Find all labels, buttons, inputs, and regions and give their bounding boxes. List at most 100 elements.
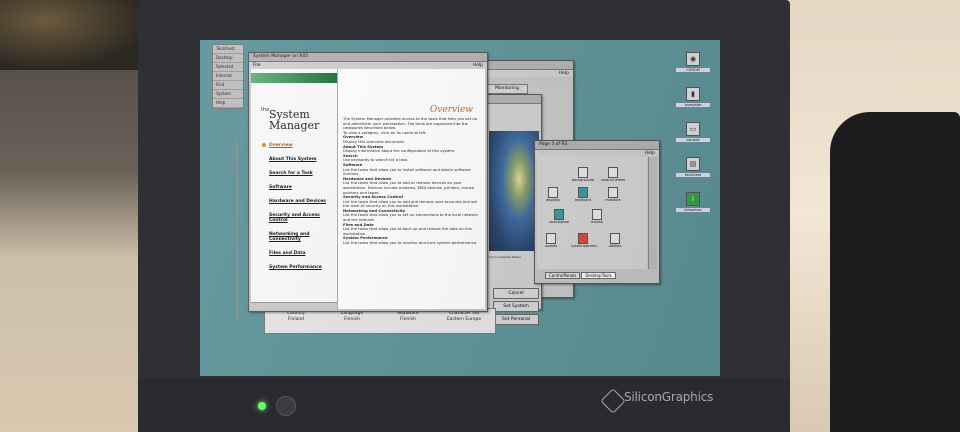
intro-text: The System Manager provides access to th…	[343, 116, 478, 131]
catalog-icon-label: monitors	[605, 198, 621, 202]
tab-desktoptools[interactable]: DesktopTools	[581, 272, 616, 279]
icon-catalog-window: Page 3 of RS Help backgrounds colorschem…	[534, 140, 660, 284]
menu-help[interactable]: Help	[473, 62, 483, 69]
catalog-icon-label: mouse	[591, 220, 603, 224]
mouse-icon	[592, 209, 602, 220]
nav-item-performance[interactable]: System Performance	[269, 265, 333, 270]
keyboard-icon	[578, 187, 588, 198]
catalog-icon[interactable]: keyboard	[571, 187, 595, 207]
nav-list: Overview About This System Search for a …	[269, 143, 333, 279]
plant-background	[0, 0, 150, 70]
catalog-icon[interactable]: displays	[541, 187, 565, 207]
catalog-icon-label: backgrounds	[571, 178, 595, 182]
earth-image	[489, 131, 539, 251]
system-manager-logo: System Manager	[269, 109, 319, 131]
desktop-icon-infoserver[interactable]: i Infoserver	[676, 192, 710, 219]
section-text: List the tasks that allow you to monitor…	[343, 240, 478, 246]
tab-monitoring[interactable]: Monitoring	[486, 84, 528, 94]
desktop-icons: ◉ CDROM ▮ dumpster ▭ console ▤ toolchest i In…	[676, 52, 710, 227]
catalog-icon[interactable]: mouse	[585, 209, 609, 229]
console-icon: ▭	[686, 122, 700, 136]
monitor-bezel-bottom	[138, 378, 790, 432]
nav-item-networking[interactable]: Networking and Connectivity	[269, 232, 333, 242]
catalog-icon-label: sounds	[544, 244, 558, 248]
nav-item-files[interactable]: Files and Data	[269, 251, 333, 256]
column-value[interactable]: Finnish	[327, 317, 377, 323]
section-text: Display information about the configurat…	[343, 148, 456, 154]
toolchest-item[interactable]: Selected	[213, 63, 243, 72]
active-bullet-icon	[262, 143, 266, 147]
toolchest-item[interactable]: Desktop	[213, 54, 243, 63]
catalog-icon-label: soundpanel	[548, 220, 570, 224]
backgrounds-icon	[578, 167, 588, 178]
utilities-icon	[610, 233, 620, 244]
toolchest-menu: Toolchest Desktop Selected Internet Find…	[212, 44, 244, 109]
nav-item-overview[interactable]: Overview	[269, 143, 333, 148]
info-icon: i	[686, 192, 700, 206]
window-menubar: File Help	[249, 62, 487, 69]
catalog-icon[interactable]: sounds	[539, 233, 563, 253]
language-column: Country Finland	[271, 311, 321, 323]
desktop-divider	[236, 140, 238, 320]
sounds-icon	[546, 233, 556, 244]
nav-item-hardware[interactable]: Hardware and Devices	[269, 199, 333, 204]
desktop-screen: Toolchest Desktop Selected Internet Find…	[200, 40, 720, 376]
menu-help[interactable]: Help	[645, 150, 655, 157]
catalog-icon[interactable]: systemparams	[571, 233, 597, 253]
catalog-icon[interactable]: backgrounds	[571, 167, 595, 187]
soundpanel-icon	[554, 209, 564, 220]
desktop-icon-label: dumpster	[676, 103, 710, 107]
catalog-scrollbar[interactable]	[648, 157, 657, 269]
desktop-icon-label: Infoserver	[676, 208, 710, 212]
column-value[interactable]: Finnish	[383, 317, 433, 323]
catalog-icon[interactable]: soundpanel	[547, 209, 571, 229]
catalog-icon[interactable]: colorschemes	[601, 167, 625, 187]
window-title[interactable]: System Manager on R05	[249, 53, 487, 62]
brand-label: SiliconGraphics	[624, 390, 714, 404]
logo-prefix: the	[261, 107, 270, 113]
nav-item-about[interactable]: About This System	[269, 157, 333, 162]
toolchest-item[interactable]: System	[213, 90, 243, 99]
set-personal-button[interactable]: Set Personal	[493, 314, 539, 325]
toolchest-item[interactable]: Toolchest	[213, 45, 243, 54]
nav-item-software[interactable]: Software	[269, 185, 333, 190]
window-titlebar[interactable]	[481, 95, 541, 104]
toolchest-item[interactable]: Internet	[213, 72, 243, 81]
desktop-icon-label: toolchest	[676, 173, 710, 177]
power-led-icon	[258, 402, 266, 410]
column-value[interactable]: Eastern Europe	[439, 317, 489, 323]
language-column: Language Finnish	[327, 311, 377, 323]
catalog-menubar: Help	[535, 150, 659, 157]
catalog-icon-label: keyboard	[574, 198, 592, 202]
catalog-title[interactable]: Page 3 of RS	[535, 141, 659, 150]
toolchest-item[interactable]: Find	[213, 81, 243, 90]
cancel-button[interactable]: Cancel	[493, 288, 539, 299]
desktop-icon-console[interactable]: ▭ console	[676, 122, 710, 149]
tab-controlpanels[interactable]: ControlPanels	[545, 272, 581, 279]
menu-help[interactable]: Help	[559, 70, 569, 77]
systemparams-icon	[578, 233, 588, 244]
toolchest-item[interactable]: Help	[213, 99, 243, 108]
desktop-icon-dumpster[interactable]: ▮ dumpster	[676, 87, 710, 114]
column-value[interactable]: Finland	[271, 317, 321, 323]
nav-item-search[interactable]: Search for a Task	[269, 171, 333, 176]
desktop-icon-toolchest[interactable]: ▤ toolchest	[676, 157, 710, 184]
power-button[interactable]	[276, 396, 296, 416]
catalog-icon[interactable]: monitors	[601, 187, 625, 207]
content-text: The System Manager provides access to th…	[343, 116, 481, 246]
language-column: Character set Eastern Europe	[439, 311, 489, 323]
desktop-icon-cdrom[interactable]: ◉ CDROM	[676, 52, 710, 79]
nav-scrollbar[interactable]	[251, 302, 337, 309]
desktop-icon-label: CDROM	[676, 68, 710, 72]
set-system-button[interactable]: Set System	[493, 301, 539, 312]
content-heading: Overview	[429, 105, 473, 115]
catalog-body: backgrounds colorschemes displays keyboa…	[537, 157, 647, 269]
system-manager-window: System Manager on R05 File Help the Syst…	[248, 52, 488, 312]
dumpster-icon: ▮	[686, 87, 700, 101]
sgi-stripe	[251, 73, 337, 83]
catalog-icon[interactable]: utilities	[603, 233, 627, 253]
menu-file[interactable]: File	[253, 62, 261, 69]
side-button-group: Cancel Set System Set Personal	[493, 288, 539, 327]
nav-item-security[interactable]: Security and Access Control	[269, 213, 333, 223]
nav-panel: the System Manager Overview About This S…	[251, 69, 338, 309]
